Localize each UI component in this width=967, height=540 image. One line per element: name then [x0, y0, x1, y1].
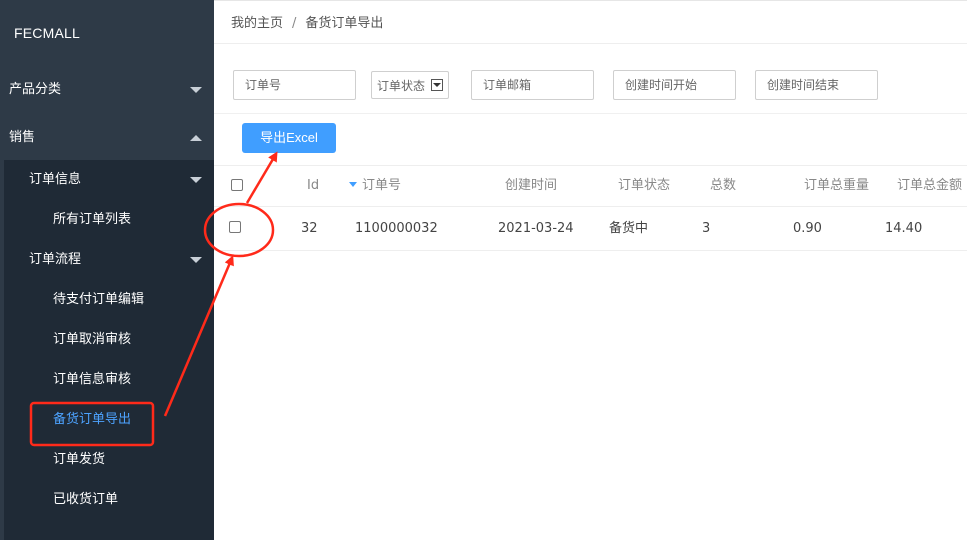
cell-status: 备货中: [609, 221, 649, 236]
sidebar-item-received[interactable]: 已收货订单: [4, 480, 214, 520]
sales-submenu: 订单信息 所有订单列表 订单流程 待支付订单编辑 订单取消审核 订单信息审核 备…: [4, 160, 214, 540]
breadcrumb-current: 备货订单导出: [305, 16, 384, 31]
column-header-id[interactable]: Id: [307, 166, 319, 206]
sidebar-item-shipping[interactable]: 订单发货: [4, 440, 214, 480]
sidebar-group-label: 订单流程: [29, 252, 82, 267]
column-header-count[interactable]: 总数: [710, 166, 736, 206]
column-header-status[interactable]: 订单状态: [618, 166, 670, 206]
sidebar-item-label: 产品分类: [9, 82, 62, 97]
sidebar-item-all-orders[interactable]: 所有订单列表: [4, 200, 214, 240]
chevron-up-icon: [190, 135, 202, 141]
sort-desc-icon: [349, 182, 357, 187]
sidebar-group-order-info[interactable]: 订单信息: [4, 160, 214, 200]
sidebar-group-order-flow[interactable]: 订单流程: [4, 240, 214, 280]
sidebar: FECMALL 产品分类 销售 订单信息 所有订单列表 订单流程 待支付订单编辑…: [0, 0, 214, 540]
sidebar-item-info-review[interactable]: 订单信息审核: [4, 360, 214, 400]
cell-count: 3: [702, 221, 711, 236]
chevron-down-icon: [190, 177, 202, 183]
main-content: 我的主页 / 备货订单导出 订单号 订单状态 订单邮箱 创建时间开始 创建时间结束 …: [214, 0, 967, 540]
chevron-down-icon: [190, 257, 202, 263]
created-end-input[interactable]: 创建时间结束: [755, 70, 878, 100]
breadcrumb: 我的主页 / 备货订单导出: [214, 0, 967, 44]
column-header-created[interactable]: 创建时间: [505, 166, 557, 206]
column-header-weight[interactable]: 订单总重量: [804, 166, 869, 206]
sidebar-item-stock-export[interactable]: 备货订单导出: [4, 400, 214, 440]
breadcrumb-home[interactable]: 我的主页: [231, 16, 283, 31]
breadcrumb-separator: /: [292, 16, 297, 31]
column-header-amount[interactable]: 订单总金额: [897, 166, 962, 206]
column-header-order-no[interactable]: 订单号: [349, 166, 401, 206]
cell-id: 32: [301, 221, 318, 236]
row-checkbox[interactable]: [229, 221, 241, 233]
select-all-checkbox[interactable]: [231, 179, 243, 191]
sidebar-item-pending-payment-edit[interactable]: 待支付订单编辑: [4, 280, 214, 320]
order-status-label: 订单状态: [377, 79, 426, 93]
cell-created: 2021-03-24: [498, 221, 574, 236]
sidebar-item-cancel-review[interactable]: 订单取消审核: [4, 320, 214, 360]
app-logo[interactable]: FECMALL: [0, 0, 214, 66]
order-no-input[interactable]: 订单号: [233, 70, 356, 100]
order-email-input[interactable]: 订单邮箱: [471, 70, 594, 100]
sidebar-item-label: 销售: [9, 130, 36, 145]
cell-amount: 14.40: [885, 221, 923, 236]
export-excel-button[interactable]: 导出Excel: [242, 123, 336, 153]
sidebar-item-sales[interactable]: 销售: [0, 114, 214, 162]
cell-weight: 0.90: [793, 221, 822, 236]
table-row[interactable]: 32 1100000032 2021-03-24 备货中 3 0.90 14.4…: [214, 207, 967, 251]
table-header: Id 订单号 创建时间 订单状态 总数 订单总重量 订单总金额: [214, 165, 967, 207]
dropdown-arrow-icon: [431, 79, 443, 91]
order-status-select[interactable]: 订单状态: [371, 71, 449, 99]
created-start-input[interactable]: 创建时间开始: [613, 70, 736, 100]
divider: [214, 113, 967, 114]
sidebar-item-product-category[interactable]: 产品分类: [0, 66, 214, 114]
cell-order-no: 1100000032: [355, 221, 438, 236]
chevron-down-icon: [190, 87, 202, 93]
column-header-order-no-label: 订单号: [362, 178, 402, 193]
sidebar-group-label: 订单信息: [29, 172, 82, 187]
